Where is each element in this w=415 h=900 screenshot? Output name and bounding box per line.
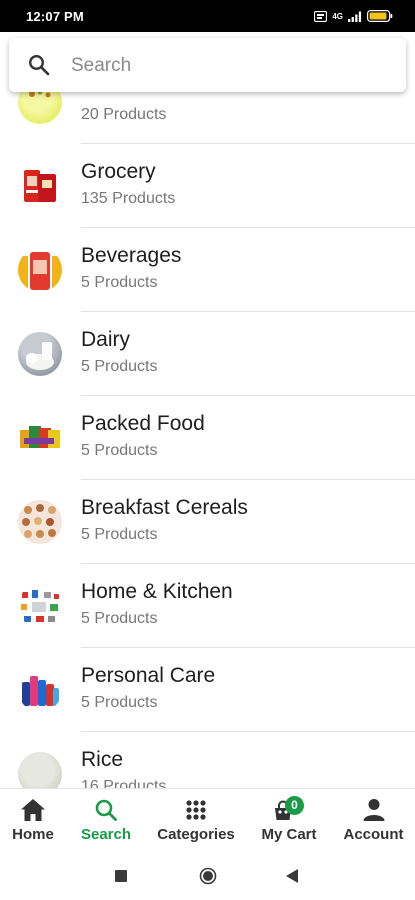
category-item-packed-food[interactable]: Packed Food 5 Products [0, 396, 415, 480]
nav-my-cart[interactable]: 0 My Cart [246, 789, 332, 851]
status-bar: 12:07 PM 4G [0, 0, 415, 32]
system-nav-bar [0, 851, 415, 900]
category-title: Dairy [81, 328, 131, 351]
category-item-personal-care[interactable]: Personal Care 5 Products [0, 648, 415, 732]
category-list[interactable]: 20 Products Grocery 135 Products Beverag… [0, 60, 415, 788]
nav-label: Search [80, 826, 132, 843]
person-icon [363, 799, 384, 821]
category-count: 20 Products [81, 106, 167, 123]
category-item-grocery[interactable]: Grocery 135 Products [0, 144, 415, 228]
grocery-thumbnail [18, 164, 62, 208]
status-time: 12:07 PM [26, 9, 84, 24]
nav-search[interactable]: Search [66, 789, 146, 851]
network-type: 4G [332, 11, 343, 21]
category-title: Grocery [81, 160, 156, 183]
category-item-home-kitchen[interactable]: Home & Kitchen 5 Products [0, 564, 415, 648]
status-icons: 4G [314, 10, 393, 22]
category-count: 5 Products [81, 526, 158, 543]
nav-label: My Cart [261, 826, 317, 843]
battery-icon [367, 10, 393, 22]
home-kitchen-thumbnail [18, 584, 62, 628]
nav-label: Home [12, 826, 54, 843]
signal-icon [348, 11, 362, 22]
notification-icon [314, 10, 328, 22]
category-item-beverages[interactable]: Beverages 5 Products [0, 228, 415, 312]
category-count: 5 Products [81, 610, 158, 627]
nav-account[interactable]: Account [332, 789, 415, 851]
dairy-thumbnail [18, 332, 62, 376]
search-input[interactable] [69, 50, 393, 82]
category-count: 5 Products [81, 442, 158, 459]
category-count: 5 Products [81, 274, 158, 291]
cart-icon-wrap: 0 [272, 796, 306, 822]
nav-label: Categories [157, 826, 235, 843]
nav-categories[interactable]: Categories [146, 789, 246, 851]
bottom-nav: Home Search Categories 0 My Cart Account [0, 788, 415, 851]
home-button[interactable] [199, 867, 217, 885]
category-count: 5 Products [81, 694, 158, 711]
packed-food-thumbnail [18, 416, 62, 460]
category-title: Breakfast Cereals [81, 496, 248, 519]
search-icon [95, 799, 117, 821]
home-icon [21, 799, 45, 821]
cereals-thumbnail [18, 500, 62, 544]
category-item-dairy[interactable]: Dairy 5 Products [0, 312, 415, 396]
personal-care-thumbnail [18, 668, 62, 712]
category-count: 5 Products [81, 358, 158, 375]
category-title: Home & Kitchen [81, 580, 233, 603]
search-bar[interactable] [9, 38, 406, 92]
category-item-breakfast-cereals[interactable]: Breakfast Cereals 5 Products [0, 480, 415, 564]
category-title: Rice [81, 748, 124, 771]
beverages-thumbnail [18, 248, 62, 292]
category-item-rice[interactable]: Rice 16 Products [0, 732, 415, 788]
recents-button[interactable] [115, 870, 127, 882]
category-count: 135 Products [81, 190, 176, 207]
back-button[interactable] [286, 869, 298, 883]
grid-icon [186, 800, 206, 820]
category-count: 16 Products [81, 778, 167, 788]
cart-badge: 0 [285, 796, 304, 815]
search-icon [28, 54, 50, 76]
nav-label: Account [343, 826, 404, 843]
category-title: Beverages [81, 244, 182, 267]
nav-home[interactable]: Home [0, 789, 66, 851]
category-title: Packed Food [81, 412, 205, 435]
category-title: Personal Care [81, 664, 216, 687]
rice-thumbnail [18, 752, 62, 788]
